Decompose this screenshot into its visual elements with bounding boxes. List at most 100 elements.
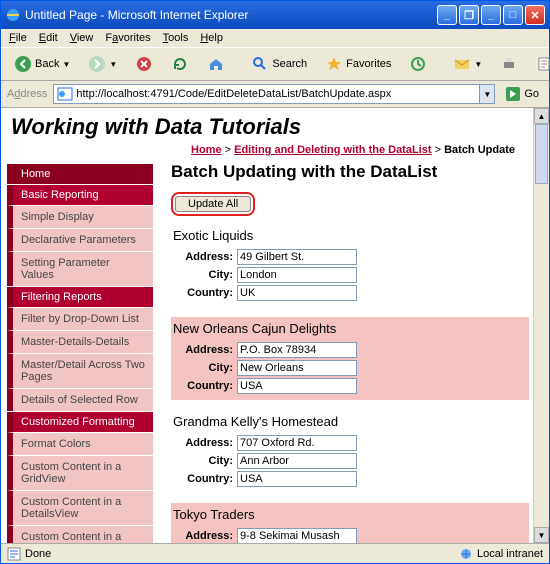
sidebar-item[interactable]: Custom Content in a GridView [7, 455, 153, 490]
address-label: Address: [173, 344, 233, 356]
refresh-button[interactable] [164, 51, 196, 77]
country-label: Country: [173, 380, 233, 392]
address-input[interactable] [76, 88, 479, 100]
sidebar-item[interactable]: Declarative Parameters [7, 228, 153, 251]
sidebar-item[interactable]: Format Colors [7, 432, 153, 455]
sidebar-header[interactable]: Basic Reporting [7, 185, 153, 205]
status-bar: Done Local intranet [1, 543, 549, 563]
sidebar-item[interactable]: Master-Details-Details [7, 330, 153, 353]
supplier-name: Tokyo Traders [173, 507, 527, 522]
form-row: Address: [173, 249, 527, 265]
country-label: Country: [173, 473, 233, 485]
city-label: City: [173, 455, 233, 467]
chevron-down-icon: ▼ [474, 60, 482, 69]
close-button[interactable]: ✕ [525, 5, 545, 25]
restore-button[interactable]: ❐ [459, 5, 479, 25]
breadcrumb-section[interactable]: Editing and Deleting with the DataList [234, 144, 431, 156]
country-input[interactable] [237, 378, 357, 394]
search-icon [251, 55, 269, 73]
breadcrumb-current: Batch Update [444, 144, 515, 156]
sidebar-item[interactable]: Custom Content in a DetailsView [7, 490, 153, 525]
favorites-label: Favorites [346, 58, 391, 70]
address-input[interactable] [237, 249, 357, 265]
sidebar-item[interactable]: Simple Display [7, 205, 153, 228]
city-label: City: [173, 269, 233, 281]
maximize-button[interactable]: □ [503, 5, 523, 25]
country-label: Country: [173, 287, 233, 299]
address-label: Address: [173, 530, 233, 542]
form-row: City: [173, 267, 527, 283]
back-icon [14, 55, 32, 73]
city-input[interactable] [237, 360, 357, 376]
scrollbar: ▲ ▼ [533, 108, 549, 543]
forward-button[interactable]: ▼ [81, 51, 124, 77]
scroll-thumb[interactable] [535, 124, 548, 184]
sidebar-item[interactable]: Custom Content in a [7, 525, 153, 543]
content-area: Working with Data Tutorials Home > Editi… [1, 108, 549, 543]
city-input[interactable] [237, 267, 357, 283]
menu-favorites[interactable]: Favorites [105, 32, 150, 44]
address-input[interactable] [237, 528, 357, 543]
form-row: Country: [173, 471, 527, 487]
sidebar-header[interactable]: Customized Formatting [7, 412, 153, 432]
page-heading: Batch Updating with the DataList [171, 162, 529, 182]
form-row: Address: [173, 528, 527, 543]
print-icon [500, 55, 518, 73]
supplier-block: Grandma Kelly's Homestead Address: City: Co… [171, 410, 529, 493]
sidebar-home[interactable]: Home [7, 164, 153, 184]
scroll-down[interactable]: ▼ [534, 527, 549, 543]
print-button[interactable] [493, 51, 525, 77]
back-label: Back [35, 58, 59, 70]
go-button[interactable]: Go [501, 84, 543, 104]
favorites-button[interactable]: Favorites [318, 51, 398, 77]
history-button[interactable] [402, 51, 434, 77]
country-input[interactable] [237, 285, 357, 301]
minimize-button[interactable]: _ [437, 5, 457, 25]
mail-button[interactable]: ▼ [446, 51, 489, 77]
address-input[interactable] [237, 342, 357, 358]
country-input[interactable] [237, 471, 357, 487]
browser-window: Untitled Page - Microsoft Internet Explo… [0, 0, 550, 564]
form-row: Country: [173, 285, 527, 301]
breadcrumb-sep: > [435, 144, 441, 156]
sidebar-item[interactable]: Filter by Drop-Down List [7, 307, 153, 330]
search-label: Search [272, 58, 307, 70]
sidebar-header[interactable]: Filtering Reports [7, 287, 153, 307]
stop-button[interactable] [128, 51, 160, 77]
back-button[interactable]: Back ▼ [7, 51, 77, 77]
page-header: Working with Data Tutorials [1, 108, 533, 142]
menu-view[interactable]: View [70, 32, 94, 44]
address-bar: Address ▼ Go [1, 81, 549, 108]
menu-edit[interactable]: Edit [39, 32, 58, 44]
chevron-down-icon: ▼ [109, 60, 117, 69]
go-label: Go [524, 88, 539, 100]
update-all-button[interactable]: Update All [175, 196, 251, 212]
datalist: Exotic LiquidsAddress:City:Country:New O… [171, 224, 529, 543]
address-input[interactable] [237, 435, 357, 451]
address-dropdown[interactable]: ▼ [479, 85, 494, 103]
menu-file[interactable]: File [9, 32, 27, 44]
breadcrumb-home[interactable]: Home [191, 144, 222, 156]
sidebar-item[interactable]: Master/Detail Across Two Pages [7, 353, 153, 388]
search-button[interactable]: Search [244, 51, 314, 77]
address-label: Address: [173, 437, 233, 449]
minimize2-button[interactable]: _ [481, 5, 501, 25]
forward-icon [88, 55, 106, 73]
menu-tools[interactable]: Tools [163, 32, 189, 44]
supplier-block: New Orleans Cajun Delights Address: City: C… [171, 317, 529, 400]
menu-help[interactable]: Help [200, 32, 223, 44]
supplier-name: New Orleans Cajun Delights [173, 321, 527, 336]
home-button[interactable] [200, 51, 232, 77]
supplier-name: Exotic Liquids [173, 228, 527, 243]
city-label: City: [173, 362, 233, 374]
sidebar-item[interactable]: Setting Parameter Values [7, 251, 153, 286]
sidebar-item[interactable]: Details of Selected Row [7, 388, 153, 411]
edit-icon [536, 55, 550, 73]
home-icon [207, 55, 225, 73]
sidebar: Home Basic ReportingSimple DisplayDeclar… [1, 158, 159, 543]
edit-button[interactable]: ▼ [529, 51, 550, 77]
scroll-up[interactable]: ▲ [534, 108, 549, 124]
city-input[interactable] [237, 453, 357, 469]
form-row: Address: [173, 342, 527, 358]
supplier-name: Grandma Kelly's Homestead [173, 414, 527, 429]
